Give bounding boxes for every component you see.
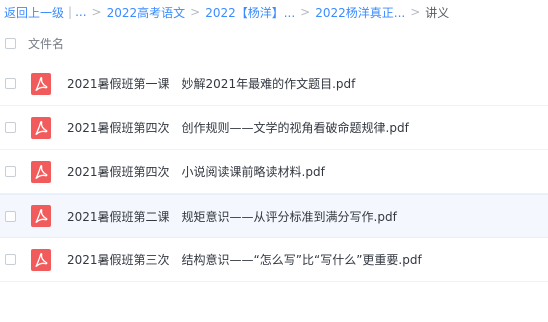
file-name[interactable]: 2021暑假班第三次 结构意识——“怎么写”比“写什么”更重要.pdf [67, 251, 422, 268]
breadcrumb-current: 讲义 [425, 5, 450, 20]
file-row[interactable]: 2021暑假班第三次 结构意识——“怎么写”比“写什么”更重要.pdf [0, 238, 548, 282]
pdf-icon [31, 160, 51, 183]
file-list: 2021暑假班第一课 妙解2021年最难的作文题目.pdf 2021暑假班第四次… [0, 62, 548, 282]
breadcrumb: 返回上一级 | ... > 2022高考语文 > 2022【杨洋】... > 2… [4, 2, 449, 22]
row-checkbox[interactable] [5, 78, 16, 89]
file-row[interactable]: 2021暑假班第四次 小说阅读课前略读材料.pdf [0, 150, 548, 194]
file-name[interactable]: 2021暑假班第一课 妙解2021年最难的作文题目.pdf [67, 75, 355, 92]
file-row[interactable]: 2021暑假班第二课 规矩意识——从评分标准到满分写作.pdf [0, 194, 548, 238]
breadcrumb-item-2022-gaokao[interactable]: 2022高考语文 [107, 4, 186, 21]
breadcrumb-divider: | [68, 5, 73, 19]
file-row[interactable]: 2021暑假班第一课 妙解2021年最难的作文题目.pdf [0, 62, 548, 106]
row-checkbox[interactable] [5, 210, 16, 222]
breadcrumb-separator: > [190, 5, 201, 19]
list-header: 文件名 [0, 30, 548, 56]
breadcrumb-separator: > [91, 5, 102, 19]
file-name[interactable]: 2021暑假班第四次 小说阅读课前略读材料.pdf [67, 163, 325, 180]
pdf-icon [31, 72, 51, 95]
pdf-icon [31, 116, 51, 139]
file-browser: 返回上一级 | ... > 2022高考语文 > 2022【杨洋】... > 2… [0, 0, 548, 322]
pdf-icon [31, 205, 51, 227]
row-checkbox[interactable] [5, 166, 16, 177]
row-checkbox[interactable] [5, 254, 16, 265]
file-name[interactable]: 2021暑假班第二课 规矩意识——从评分标准到满分写作.pdf [67, 208, 397, 225]
select-all-checkbox[interactable] [5, 37, 16, 49]
column-header-filename[interactable]: 文件名 [28, 35, 64, 52]
breadcrumb-ellipsis[interactable]: ... [75, 5, 86, 19]
breadcrumb-separator: > [300, 5, 311, 19]
back-link[interactable]: 返回上一级 [4, 4, 64, 21]
breadcrumb-separator: > [410, 5, 421, 19]
breadcrumb-item-yangyang-zhenzheng[interactable]: 2022杨洋真正... [315, 4, 405, 21]
file-name[interactable]: 2021暑假班第四次 创作规则——文学的视角看破命题规律.pdf [67, 119, 409, 136]
row-checkbox[interactable] [5, 122, 16, 133]
breadcrumb-item-yangyang[interactable]: 2022【杨洋】... [205, 4, 295, 21]
pdf-icon [31, 248, 51, 271]
file-row[interactable]: 2021暑假班第四次 创作规则——文学的视角看破命题规律.pdf [0, 106, 548, 150]
